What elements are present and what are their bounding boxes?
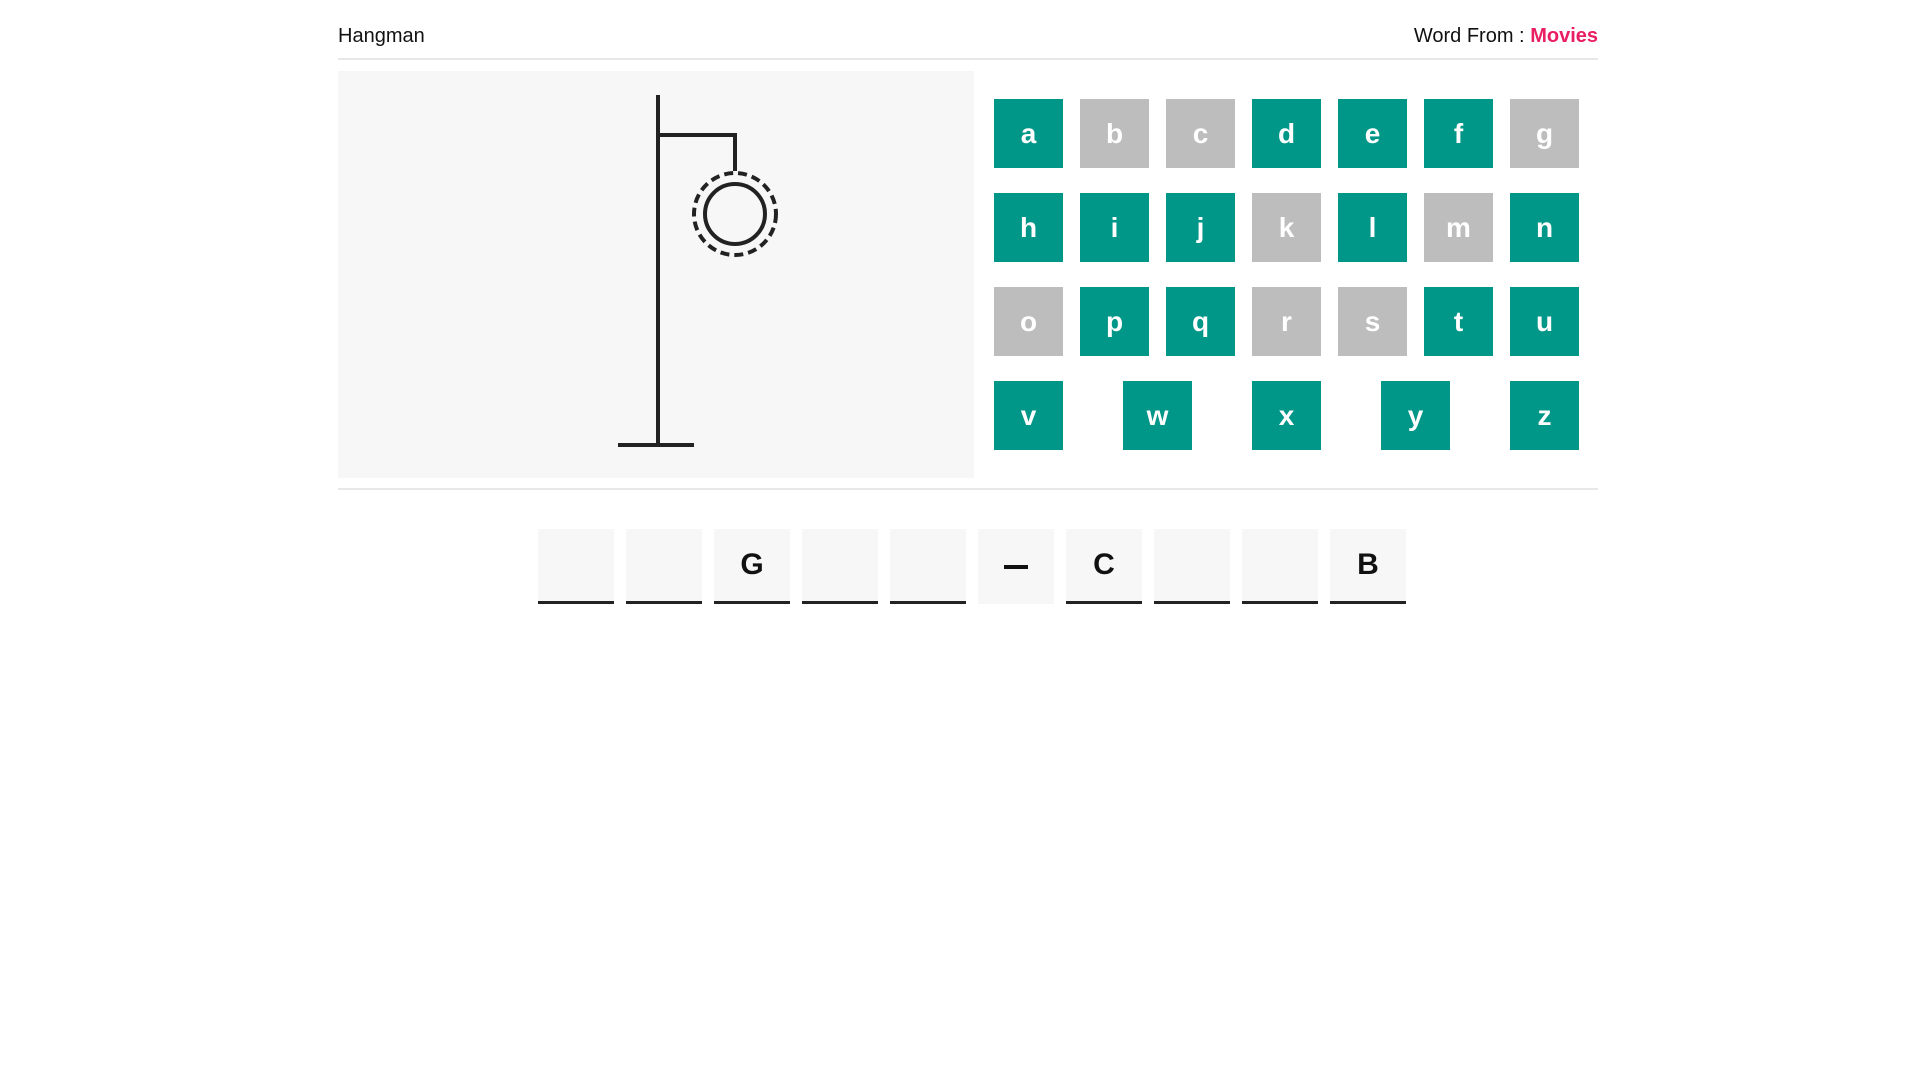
word-slot: [890, 529, 966, 604]
key-n[interactable]: n: [1510, 193, 1579, 262]
hangman-head: [703, 182, 767, 246]
category-label: Word From :: [1413, 25, 1525, 47]
letter-keyboard: abcdefg hijklmn opqrstu vwxyz: [994, 99, 1580, 451]
word-slot: [1154, 529, 1230, 604]
key-v[interactable]: v: [994, 381, 1063, 450]
category-value: Movies: [1530, 25, 1598, 47]
category-indicator: Word From : Movies: [1414, 25, 1598, 48]
key-x[interactable]: x: [1252, 381, 1321, 450]
key-j[interactable]: j: [1166, 193, 1235, 262]
key-l[interactable]: l: [1338, 193, 1407, 262]
app-title: Hangman: [338, 25, 425, 47]
word-slot: [802, 529, 878, 604]
key-w[interactable]: w: [1123, 381, 1192, 450]
word-slot: C: [1066, 529, 1142, 604]
key-d[interactable]: d: [1252, 99, 1321, 168]
key-g[interactable]: g: [1510, 99, 1579, 168]
key-c[interactable]: c: [1166, 99, 1235, 168]
key-r[interactable]: r: [1252, 287, 1321, 356]
divider: [338, 488, 1598, 490]
key-a[interactable]: a: [994, 99, 1063, 168]
key-h[interactable]: h: [994, 193, 1063, 262]
key-f[interactable]: f: [1424, 99, 1493, 168]
key-b[interactable]: b: [1080, 99, 1149, 168]
key-o[interactable]: o: [994, 287, 1063, 356]
key-e[interactable]: e: [1338, 99, 1407, 168]
gallows-panel: [338, 71, 974, 478]
word-display: GCB: [538, 529, 1438, 605]
word-slot: B: [1330, 529, 1406, 604]
word-slot: G: [714, 529, 790, 604]
key-y[interactable]: y: [1381, 381, 1450, 450]
key-i[interactable]: i: [1080, 193, 1149, 262]
key-k[interactable]: k: [1252, 193, 1321, 262]
dash-mark: [1004, 565, 1028, 569]
gallows-drawing: [618, 95, 778, 447]
key-s[interactable]: s: [1338, 287, 1407, 356]
word-separator: [978, 529, 1054, 604]
key-q[interactable]: q: [1166, 287, 1235, 356]
key-t[interactable]: t: [1424, 287, 1493, 356]
word-slot: [1242, 529, 1318, 604]
key-z[interactable]: z: [1510, 381, 1579, 450]
key-u[interactable]: u: [1510, 287, 1579, 356]
word-slot: [538, 529, 614, 604]
key-m[interactable]: m: [1424, 193, 1493, 262]
top-bar: Hangman Word From : Movies: [338, 24, 1598, 60]
key-p[interactable]: p: [1080, 287, 1149, 356]
word-slot: [626, 529, 702, 604]
